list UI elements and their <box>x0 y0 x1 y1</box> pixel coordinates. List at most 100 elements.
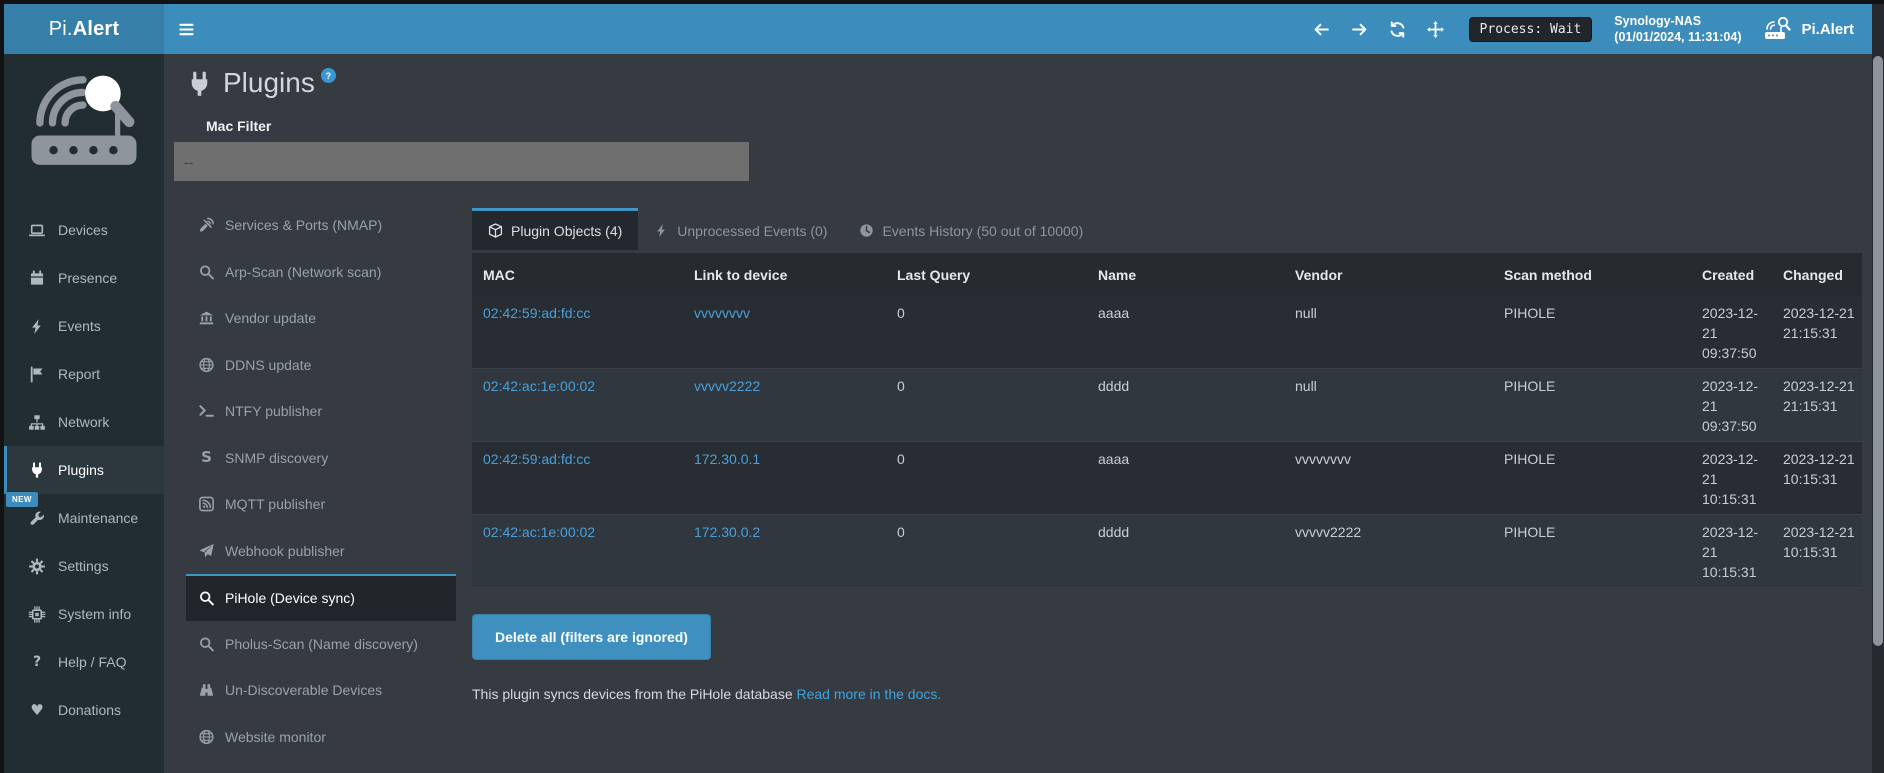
help-badge[interactable]: ? <box>321 68 336 83</box>
plugin-nav-arp-scan-network-scan[interactable]: Arp-Scan (Network scan) <box>186 249 456 296</box>
table-row: 02:42:59:ad:fd:cc vvvvvvvv 0 aaaa null P… <box>472 296 1862 369</box>
mac-link[interactable]: 02:42:ac:1e:00:02 <box>483 378 595 394</box>
menu-icon <box>178 22 195 37</box>
scan-method-cell: PIHOLE <box>1493 369 1691 442</box>
last-query-cell: 0 <box>886 442 1087 515</box>
tab-label: Events History (50 out of 10000) <box>882 223 1083 239</box>
device-link[interactable]: 172.30.0.2 <box>694 524 760 540</box>
plugin-nav-mqtt-publisher[interactable]: MQTT publisher <box>186 481 456 528</box>
column-header-scan-method: Scan method <box>1493 253 1691 296</box>
table-row: 02:42:59:ad:fd:cc 172.30.0.1 0 aaaa vvvv… <box>472 442 1862 515</box>
sidebar-toggle-button[interactable] <box>164 4 208 54</box>
tab-plugin-objects-4[interactable]: Plugin Objects (4) <box>472 208 638 250</box>
scrollbar-thumb[interactable] <box>1873 56 1883 646</box>
plugin-nav-pholus-scan-name-discovery[interactable]: Pholus-Scan (Name discovery) <box>186 621 456 668</box>
mac-link[interactable]: 02:42:59:ad:fd:cc <box>483 305 590 321</box>
process-status-badge: Process: Wait <box>1469 17 1593 42</box>
plugin-nav-ddns-update[interactable]: DDNS update <box>186 342 456 389</box>
tab-events-history-50-out-of-10000[interactable]: Events History (50 out of 10000) <box>843 208 1099 250</box>
docs-link[interactable]: Read more in the docs. <box>797 686 942 702</box>
vendor-cell: vvvvvvvv <box>1284 442 1493 515</box>
navbar: Process: Wait Synology-NAS (01/01/2024, … <box>164 4 1872 54</box>
sidebar-item-help-faq[interactable]: ? Help / FAQ <box>4 638 164 686</box>
plugin-nav-webhook-publisher[interactable]: Webhook publisher <box>186 528 456 575</box>
vendor-cell: null <box>1284 369 1493 442</box>
sidebar-item-label: Presence <box>58 270 117 286</box>
mac-link[interactable]: 02:42:ac:1e:00:02 <box>483 524 595 540</box>
plugin-nav-un-discoverable-devices[interactable]: Un-Discoverable Devices <box>186 667 456 714</box>
table-row: 02:42:ac:1e:00:02 vvvvv2222 0 dddd null … <box>472 369 1862 442</box>
device-link[interactable]: vvvvv2222 <box>694 378 760 394</box>
move-button[interactable] <box>1421 4 1451 54</box>
host-time: (01/01/2024, 11:31:04) <box>1614 29 1741 45</box>
plugin-nav-label: DDNS update <box>225 357 311 373</box>
globe-icon <box>198 729 215 745</box>
plugin-nav-label: Website monitor <box>225 729 326 745</box>
snmp-icon: S <box>198 450 215 466</box>
main-content: Plugins ? Mac Filter Services & Ports (N… <box>164 54 1872 773</box>
plugin-detail-panel: Plugin Objects (4) Unprocessed Events (0… <box>472 208 1862 702</box>
column-header-last-query: Last Query <box>886 253 1087 296</box>
delete-all-button[interactable]: Delete all (filters are ignored) <box>472 614 711 660</box>
plugin-nav-services-ports-nmap[interactable]: Services & Ports (NMAP) <box>186 202 456 249</box>
host-info: Synology-NAS (01/01/2024, 11:31:04) <box>1614 13 1741 45</box>
sidebar: Devices Presence Events Report Network P… <box>4 54 164 773</box>
plugin-nav-ntfy-publisher[interactable]: NTFY publisher <box>186 388 456 435</box>
plugin-description-text: This plugin syncs devices from the PiHol… <box>472 686 797 702</box>
tab-bar: Plugin Objects (4) Unprocessed Events (0… <box>472 208 1862 250</box>
sitemap-icon <box>28 414 46 431</box>
refresh-button[interactable] <box>1383 4 1413 54</box>
plug-icon <box>186 71 213 98</box>
sidebar-item-system-info[interactable]: System info <box>4 590 164 638</box>
tab-unprocessed-events-0[interactable]: Unprocessed Events (0) <box>638 208 843 250</box>
created-cell: 2023-12-21 10:15:31 <box>1691 442 1772 515</box>
sidebar-item-label: Settings <box>58 558 109 574</box>
tab-label: Unprocessed Events (0) <box>677 223 827 239</box>
search-icon <box>198 636 215 652</box>
page-scrollbar[interactable] <box>1872 4 1884 773</box>
scan-method-cell: PIHOLE <box>1493 442 1691 515</box>
mac-link[interactable]: 02:42:59:ad:fd:cc <box>483 451 590 467</box>
sidebar-item-events[interactable]: Events <box>4 302 164 350</box>
changed-cell: 2023-12-21 21:15:31 <box>1772 369 1862 442</box>
page-title: Plugins <box>223 66 315 100</box>
device-link[interactable]: vvvvvvvv <box>694 305 750 321</box>
sidebar-item-network[interactable]: Network <box>4 398 164 446</box>
column-header-vendor: Vendor <box>1284 253 1493 296</box>
pialert-logo-graphic <box>21 66 147 184</box>
plugin-description: This plugin syncs devices from the PiHol… <box>472 686 1862 702</box>
arrow-right-button[interactable] <box>1345 4 1375 54</box>
sidebar-item-settings[interactable]: Settings <box>4 542 164 590</box>
app-window: Pi.Alert Process: Wait Synology-NAS (01/… <box>4 4 1872 773</box>
search-icon <box>198 590 215 606</box>
vendor-cell: vvvvv2222 <box>1284 515 1493 588</box>
top-header: Pi.Alert Process: Wait Synology-NAS (01/… <box>4 4 1872 54</box>
device-link[interactable]: 172.30.0.1 <box>694 451 760 467</box>
plugin-nav-snmp-discovery[interactable]: S SNMP discovery <box>186 435 456 482</box>
changed-cell: 2023-12-21 10:15:31 <box>1772 515 1862 588</box>
plugin-nav-label: NTFY publisher <box>225 403 322 419</box>
search-icon <box>198 264 215 280</box>
last-query-cell: 0 <box>886 515 1087 588</box>
sidebar-item-presence[interactable]: Presence <box>4 254 164 302</box>
move-icon <box>1427 21 1444 38</box>
plugins-nav: Services & Ports (NMAP) Arp-Scan (Networ… <box>186 202 456 760</box>
sidebar-item-devices[interactable]: Devices <box>4 206 164 254</box>
plugin-nav-vendor-update[interactable]: Vendor update <box>186 295 456 342</box>
plugin-nav-website-monitor[interactable]: Website monitor <box>186 714 456 761</box>
table-header-row: MACLink to deviceLast QueryNameVendorSca… <box>472 253 1862 296</box>
sidebar-item-maintenance[interactable]: Maintenance NEW <box>4 494 164 542</box>
brand-logo[interactable]: Pi.Alert <box>4 4 164 54</box>
arrow-right-icon <box>1351 21 1368 38</box>
plugin-nav-pihole-device-sync[interactable]: PiHole (Device sync) <box>186 574 456 621</box>
sidebar-item-donations[interactable]: ♥ Donations <box>4 686 164 734</box>
arrow-left-button[interactable] <box>1307 4 1337 54</box>
sidebar-item-plugins[interactable]: Plugins <box>4 446 164 494</box>
mac-filter-input[interactable] <box>174 142 749 181</box>
column-header-mac: MAC <box>472 253 683 296</box>
tab-label: Plugin Objects (4) <box>511 223 622 239</box>
plugin-nav-label: MQTT publisher <box>225 496 325 512</box>
plugin-nav-label: Webhook publisher <box>225 543 345 559</box>
plugin-nav-label: Un-Discoverable Devices <box>225 682 382 698</box>
sidebar-item-report[interactable]: Report <box>4 350 164 398</box>
